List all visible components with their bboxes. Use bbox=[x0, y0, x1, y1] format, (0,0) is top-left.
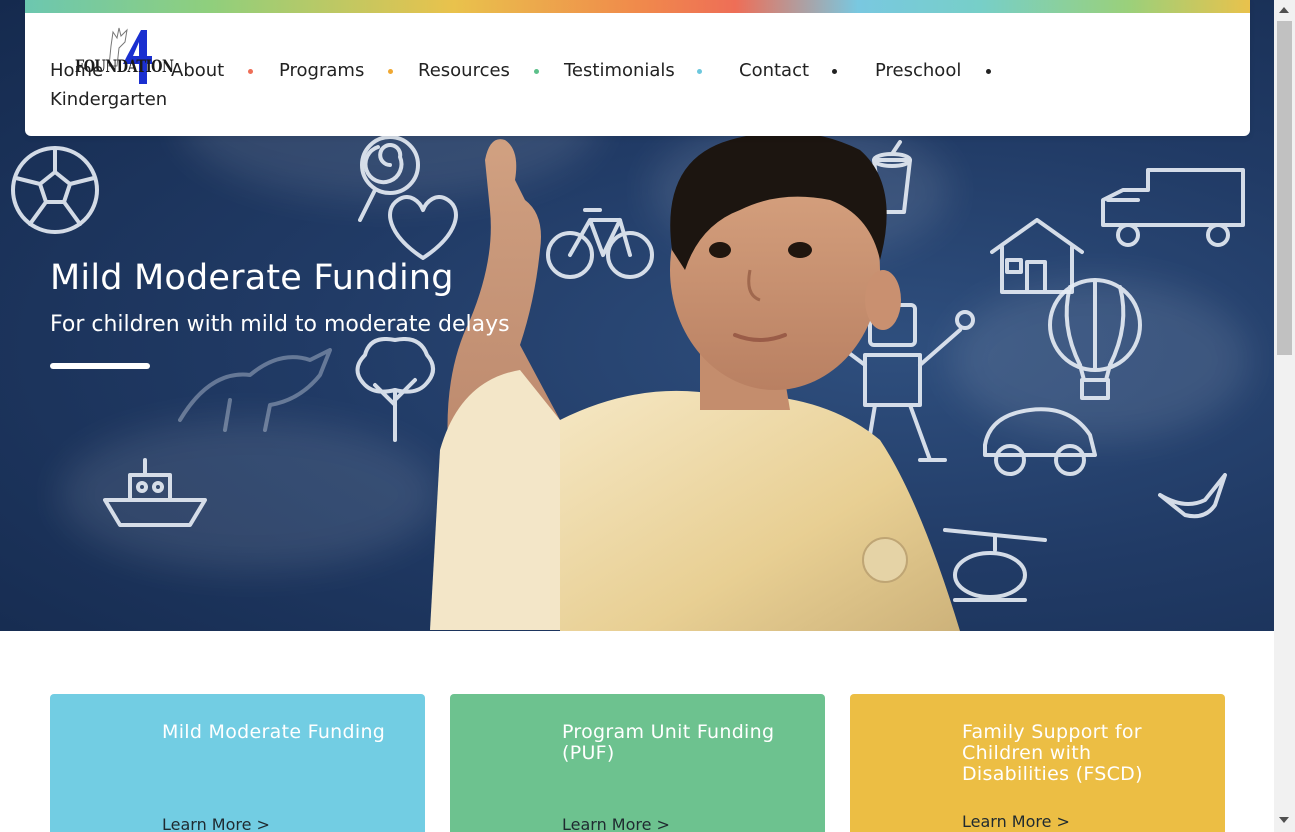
scrollbar-thumb[interactable] bbox=[1277, 21, 1292, 355]
nav-separator-dot bbox=[832, 69, 837, 74]
program-card-fscd[interactable]: Family Support for Children with Disabil… bbox=[850, 694, 1225, 832]
hero-title: Mild Moderate Funding bbox=[50, 258, 454, 298]
nav-item-contact[interactable]: Contact bbox=[739, 56, 809, 85]
scroll-down-arrow-icon[interactable] bbox=[1279, 817, 1289, 823]
nav-separator-dot bbox=[248, 69, 253, 74]
nav-item-home[interactable]: Home bbox=[50, 56, 103, 85]
hero-subtitle: For children with mild to moderate delay… bbox=[50, 312, 510, 337]
nav-item-programs[interactable]: Programs bbox=[279, 56, 364, 85]
nav-separator-dot bbox=[388, 69, 393, 74]
nav-item-testimonials[interactable]: Testimonials bbox=[564, 56, 675, 85]
learn-more-link[interactable]: Learn More > bbox=[962, 812, 1070, 831]
card-title: Family Support for Children with Disabil… bbox=[962, 721, 1143, 785]
program-card-mild-moderate[interactable]: Mild Moderate Funding Learn More > bbox=[50, 694, 425, 832]
learn-more-link[interactable]: Learn More > bbox=[562, 815, 670, 832]
program-card-puf[interactable]: Program Unit Funding (PUF) Learn More > bbox=[450, 694, 825, 832]
rainbow-stripe bbox=[25, 0, 1250, 13]
hero-underline bbox=[50, 363, 150, 369]
vertical-scrollbar[interactable] bbox=[1274, 0, 1295, 832]
nav-separator-dot bbox=[697, 69, 702, 74]
learn-more-link[interactable]: Learn More > bbox=[162, 815, 270, 832]
card-title: Program Unit Funding (PUF) bbox=[562, 721, 775, 764]
scroll-up-arrow-icon[interactable] bbox=[1279, 7, 1289, 13]
site-header: FOUNDATION Home About Programs Resources… bbox=[25, 0, 1250, 136]
nav-item-about[interactable]: About bbox=[171, 56, 224, 85]
nav-item-resources[interactable]: Resources bbox=[418, 56, 510, 85]
card-title: Mild Moderate Funding bbox=[162, 721, 386, 743]
nav-separator-dot bbox=[534, 69, 539, 74]
nav-item-preschool[interactable]: Preschool bbox=[875, 56, 961, 85]
nav-item-kindergarten[interactable]: Kindergarten bbox=[50, 85, 167, 114]
nav-separator-dot bbox=[986, 69, 991, 74]
